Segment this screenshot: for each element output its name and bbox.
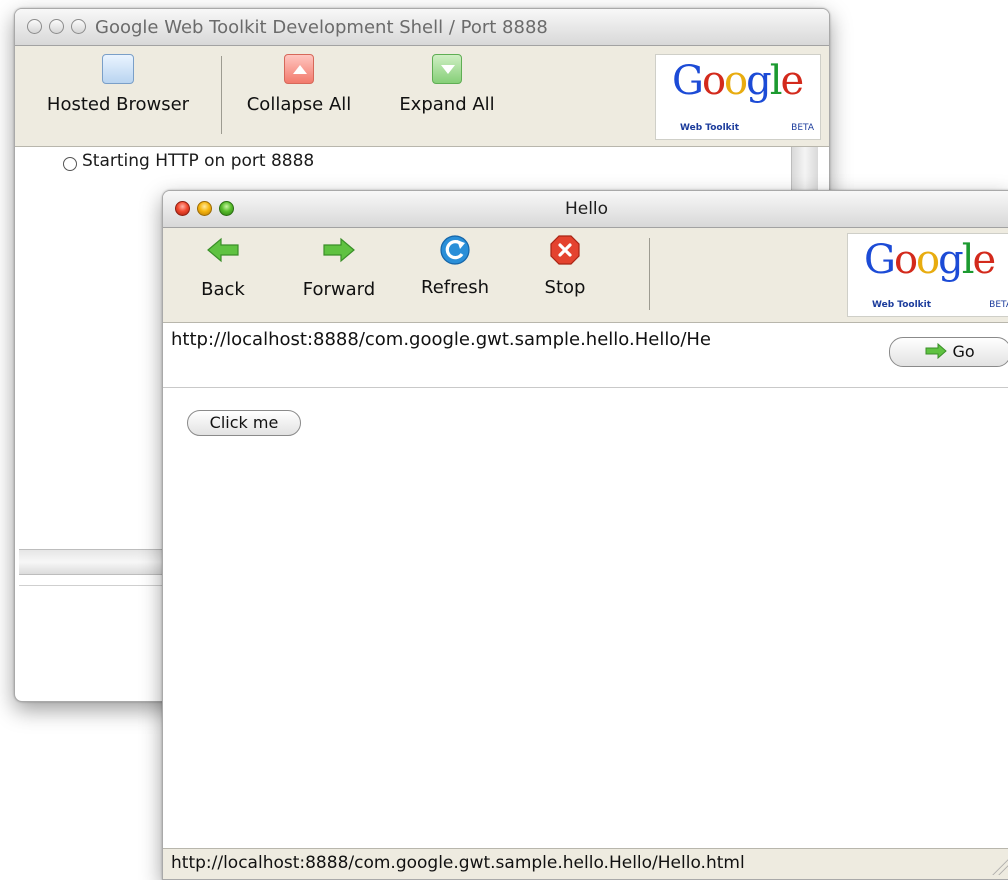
google-wordmark: Google [864, 237, 996, 283]
google-gwt-logo: Google Web Toolkit BETA [847, 233, 1008, 317]
browser-title: Hello [564, 199, 609, 219]
hosted-browser-button[interactable]: Hosted Browser [27, 54, 209, 115]
status-text: http://localhost:8888/com.google.gwt.sam… [171, 853, 745, 873]
shell-titlebar: Google Web Toolkit Development Shell / P… [15, 9, 829, 46]
expand-icon [432, 54, 462, 84]
collapse-all-button[interactable]: Collapse All [227, 54, 371, 115]
toolbar-separator [649, 238, 650, 310]
click-me-button[interactable]: Click me [187, 410, 301, 436]
close-icon[interactable] [27, 19, 42, 34]
hosted-browser-label: Hosted Browser [46, 94, 190, 115]
go-button[interactable]: Go [889, 337, 1008, 367]
shell-title: Google Web Toolkit Development Shell / P… [95, 17, 548, 38]
stop-button[interactable]: Stop [535, 234, 595, 298]
stop-label: Stop [544, 277, 586, 298]
back-label: Back [201, 279, 245, 300]
expand-all-button[interactable]: Expand All [377, 54, 517, 115]
browser-window: Hello Back Forward Refresh Stop Google W… [162, 190, 1008, 880]
toolbar-separator [221, 56, 222, 134]
browser-window-icon [102, 54, 134, 84]
status-bar: http://localhost:8888/com.google.gwt.sam… [163, 848, 1008, 879]
page-content: Click me [163, 388, 1008, 848]
refresh-label: Refresh [421, 277, 489, 298]
browser-titlebar: Hello [163, 191, 1008, 228]
refresh-icon [440, 235, 470, 265]
resize-grip-icon[interactable] [992, 853, 1008, 875]
collapse-all-label: Collapse All [246, 94, 352, 115]
back-button[interactable]: Back [183, 236, 263, 300]
back-arrow-icon [207, 237, 239, 263]
stop-icon [550, 235, 580, 265]
go-label: Go [952, 342, 975, 361]
minimize-icon[interactable] [49, 19, 64, 34]
logo-subtitle: Web Toolkit [680, 123, 740, 133]
shell-toolbar: Hosted Browser Collapse All Expand All G… [15, 46, 829, 147]
forward-label: Forward [302, 279, 376, 300]
address-bar: http://localhost:8888/com.google.gwt.sam… [163, 323, 1008, 388]
logo-beta-badge: BETA [791, 123, 814, 133]
url-field[interactable]: http://localhost:8888/com.google.gwt.sam… [171, 329, 711, 350]
forward-arrow-icon [323, 237, 355, 263]
browser-toolbar: Back Forward Refresh Stop Google Web Too… [163, 228, 1008, 323]
google-wordmark: Google [672, 58, 804, 104]
logo-beta-badge: BETA [989, 300, 1008, 310]
collapse-icon [284, 54, 314, 84]
forward-button[interactable]: Forward [291, 236, 387, 300]
log-entry: Starting HTTP on port 8888 [82, 151, 315, 171]
zoom-icon[interactable] [71, 19, 86, 34]
expand-all-label: Expand All [399, 94, 495, 115]
refresh-button[interactable]: Refresh [409, 234, 501, 298]
google-gwt-logo: Google Web Toolkit BETA [655, 54, 821, 140]
radio-icon [63, 157, 77, 171]
logo-subtitle: Web Toolkit [872, 300, 932, 310]
go-arrow-icon [925, 342, 948, 360]
